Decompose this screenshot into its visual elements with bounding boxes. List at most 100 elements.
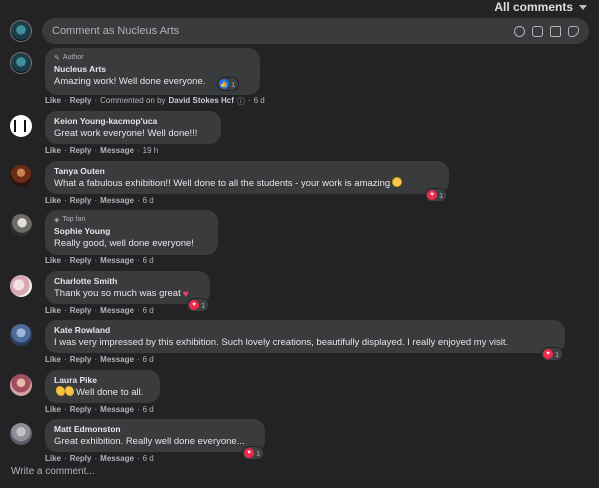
like-button[interactable]: Like xyxy=(45,256,61,265)
message-button[interactable]: Message xyxy=(100,146,134,155)
comment-input-placeholder: Comment as Nucleus Arts xyxy=(52,25,180,37)
comment-text: Well done to all. xyxy=(54,386,151,399)
avatar[interactable] xyxy=(10,324,32,346)
comment-input[interactable]: Comment as Nucleus Arts xyxy=(42,18,589,44)
comment-text: Thank you so much was great ♥ xyxy=(54,287,201,300)
like-button[interactable]: Like xyxy=(45,196,61,205)
commenter-name[interactable]: Tanya Outen xyxy=(54,166,440,177)
message-button[interactable]: Message xyxy=(100,405,134,414)
emoji-icon[interactable] xyxy=(514,25,525,37)
message-button[interactable]: Message xyxy=(100,355,134,364)
like-button[interactable]: Like xyxy=(45,96,61,107)
comment-time[interactable]: 6 d xyxy=(254,96,265,107)
message-button[interactable]: Message xyxy=(100,454,134,463)
reply-button[interactable]: Reply xyxy=(70,405,92,414)
commenter-name[interactable]: Kate Rowland xyxy=(54,325,556,336)
commented-on-by-name[interactable]: David Stokes Hcf xyxy=(169,96,234,107)
avatar[interactable] xyxy=(10,374,32,396)
comment-time[interactable]: 6 d xyxy=(143,196,154,205)
clapping-hands-emoji-icon xyxy=(56,386,65,396)
comment-time[interactable]: 6 d xyxy=(143,306,154,315)
sticker-icon[interactable] xyxy=(568,25,579,37)
badge-label: Author xyxy=(62,54,84,61)
commenter-name[interactable]: Matt Edmonston xyxy=(54,424,256,435)
diamond-icon: ◈ xyxy=(54,216,60,224)
avatar[interactable] xyxy=(10,52,32,74)
comment-bubble: Laura Pike Well done to all. xyxy=(45,370,160,403)
top-fan-badge: ◈ Top fan xyxy=(54,215,209,224)
comment-bubble: Tanya Outen What a fabulous exhibition!!… xyxy=(45,161,449,194)
commenter-name[interactable]: Laura Pike xyxy=(54,375,151,386)
star-struck-emoji-icon xyxy=(392,177,403,187)
comment: ◈ Top fan Sophie Young Really good, well… xyxy=(10,210,589,268)
caret-down-icon xyxy=(579,4,587,10)
message-button[interactable]: Message xyxy=(100,196,134,205)
love-reaction-icon: ♥ xyxy=(427,190,437,200)
all-comments-filter[interactable]: All comments xyxy=(494,0,587,14)
commenter-name[interactable]: Keion Young-kacmop'uca xyxy=(54,116,212,127)
comment-text: Great work everyone! Well done!!! xyxy=(54,128,198,139)
reaction-count[interactable]: ♥ 1 xyxy=(425,188,448,202)
avatar[interactable] xyxy=(10,115,32,137)
reply-button[interactable]: Reply xyxy=(70,306,92,315)
comment-actions: Like · Reply · Message · 19 h xyxy=(45,146,159,155)
reply-button[interactable]: Reply xyxy=(70,146,92,155)
comment-time[interactable]: 6 d xyxy=(143,454,154,463)
avatar[interactable] xyxy=(10,214,32,236)
reaction-number: 1 xyxy=(439,190,444,200)
comment-time[interactable]: 6 d xyxy=(143,355,154,364)
reply-button[interactable]: Reply xyxy=(70,454,92,463)
reaction-count[interactable]: ♥ 1 xyxy=(541,347,564,361)
comment-bubble: ◈ Top fan Sophie Young Really good, well… xyxy=(45,210,218,255)
commenter-name[interactable]: Charlotte Smith xyxy=(54,276,201,287)
like-button[interactable]: Like xyxy=(45,306,61,315)
like-button[interactable]: Like xyxy=(45,405,61,414)
comment-time[interactable]: 19 h xyxy=(143,146,159,155)
reaction-count[interactable]: ♥ 1 xyxy=(242,446,265,460)
commenter-name[interactable]: Nucleus Arts xyxy=(54,64,251,75)
pencil-icon: ✎ xyxy=(54,54,60,62)
like-button[interactable]: Like xyxy=(45,454,61,463)
like-button[interactable]: Like xyxy=(45,355,61,364)
comment: Matt Edmonston Great exhibition. Really … xyxy=(10,419,589,467)
comment: Tanya Outen What a fabulous exhibition!!… xyxy=(10,161,589,209)
reply-button[interactable]: Reply xyxy=(70,256,92,265)
reaction-number: 1 xyxy=(201,300,206,310)
info-icon[interactable]: ⓘ xyxy=(237,96,245,107)
comment: ✎ Author Nucleus Arts Amazing work! Well… xyxy=(10,48,589,108)
like-button[interactable]: Like xyxy=(45,146,61,155)
comment-text-content: Well done to all. xyxy=(76,387,144,398)
reply-button[interactable]: Reply xyxy=(70,355,92,364)
gif-icon[interactable] xyxy=(550,25,561,37)
camera-icon[interactable] xyxy=(532,25,543,37)
reply-button[interactable]: Reply xyxy=(70,196,92,205)
like-reaction-icon: 👍 xyxy=(219,79,229,89)
write-comment-input[interactable]: Write a comment... xyxy=(11,466,95,477)
avatar[interactable] xyxy=(10,275,32,297)
comment-bubble: Keion Young-kacmop'uca Great work everyo… xyxy=(45,111,221,144)
comment-text-content: Thank you so much was great xyxy=(54,288,181,299)
reaction-number: 1 xyxy=(555,349,560,359)
author-badge: ✎ Author xyxy=(54,53,251,62)
comment-text: What a fabulous exhibition!! Well done t… xyxy=(54,177,440,190)
message-button[interactable]: Message xyxy=(100,256,134,265)
comment-text-content: Amazing work! Well done everyone. xyxy=(54,76,206,87)
clapping-hands-emoji-icon xyxy=(65,386,74,396)
comment-time[interactable]: 6 d xyxy=(143,405,154,414)
comment-actions: Like · Reply · Message · 6 d xyxy=(45,256,154,265)
badge-label: Top fan xyxy=(62,216,86,223)
reaction-number: 1 xyxy=(231,79,236,89)
avatar[interactable] xyxy=(10,423,32,445)
commenter-name[interactable]: Sophie Young xyxy=(54,226,209,237)
reaction-count[interactable]: ♥ 1 xyxy=(187,298,210,312)
comment-bubble: Matt Edmonston Great exhibition. Really … xyxy=(45,419,265,452)
reaction-count[interactable]: 👍 1 xyxy=(217,77,240,91)
comment-composer-row: Comment as Nucleus Arts xyxy=(10,18,589,44)
comment-time[interactable]: 6 d xyxy=(143,256,154,265)
comment-bubble: Charlotte Smith Thank you so much was gr… xyxy=(45,271,210,304)
avatar[interactable] xyxy=(10,165,32,187)
message-button[interactable]: Message xyxy=(100,306,134,315)
commented-on-by-label: Commented on by xyxy=(100,96,166,105)
reply-button[interactable]: Reply xyxy=(70,96,92,107)
avatar xyxy=(10,20,32,42)
